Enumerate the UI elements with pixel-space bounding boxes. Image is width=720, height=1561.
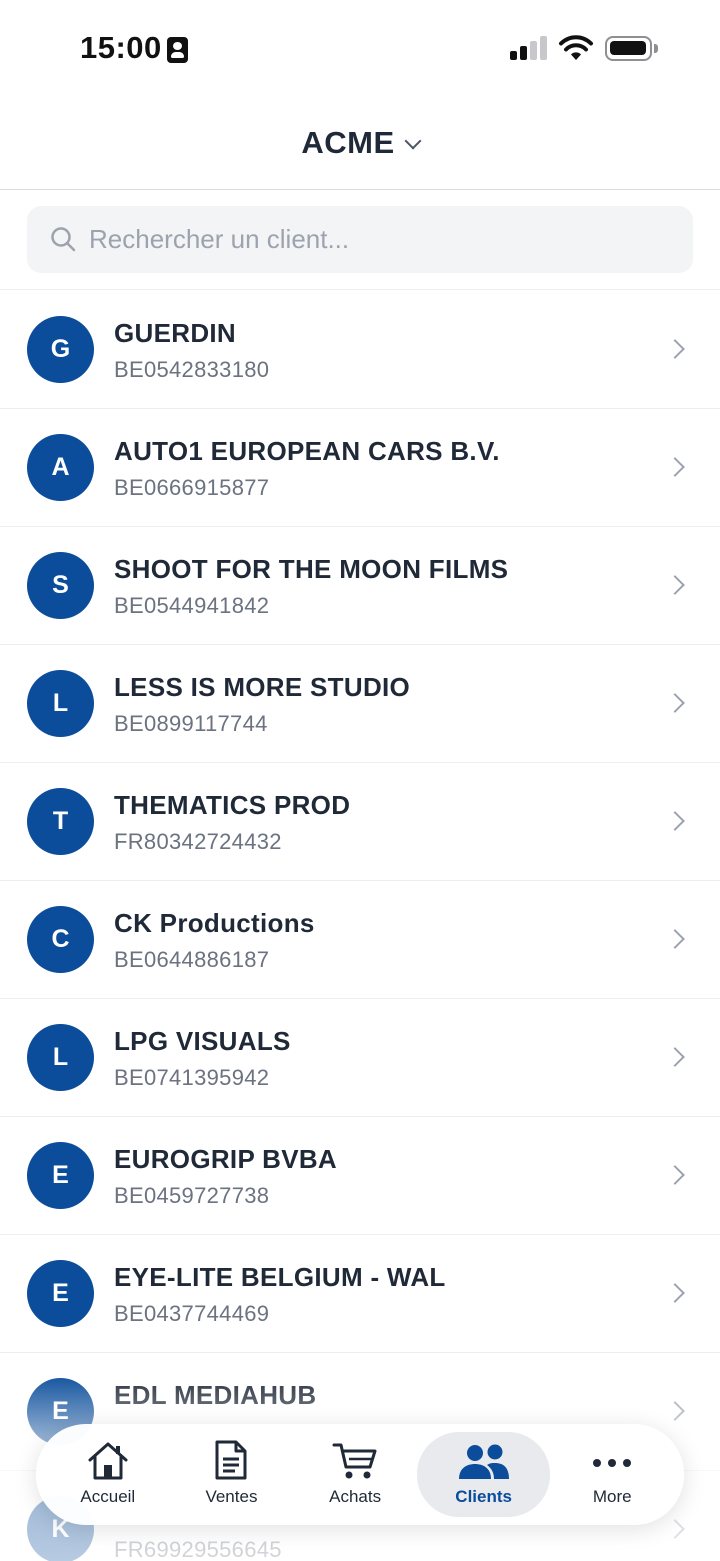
client-row[interactable]: L LPG VISUALS BE0741395942: [0, 999, 720, 1117]
document-icon: [215, 1440, 247, 1480]
avatar: S: [27, 552, 94, 619]
avatar: T: [27, 788, 94, 855]
tab-label: Ventes: [205, 1487, 258, 1506]
chevron-right-icon: [665, 693, 685, 713]
avatar: E: [27, 1260, 94, 1327]
client-row[interactable]: E EYE-LITE BELGIUM - WAL BE0437744469: [0, 1235, 720, 1353]
tab-purchases[interactable]: Achats: [293, 1432, 417, 1517]
client-vat: BE0644886187: [114, 947, 270, 972]
client-name: THEMATICS PROD: [114, 790, 351, 820]
search-box[interactable]: [27, 206, 693, 273]
client-name: CK Productions: [114, 908, 315, 938]
tab-bar: Accueil Ventes Achats Clients More: [36, 1424, 684, 1525]
home-icon: [88, 1442, 128, 1480]
avatar: L: [27, 1024, 94, 1091]
status-time: 15:00: [80, 30, 162, 65]
client-name: GUERDIN: [114, 318, 236, 348]
client-name: EYE-LITE BELGIUM - WAL: [114, 1262, 446, 1292]
client-vat: BE0899117744: [114, 711, 268, 736]
chevron-right-icon: [665, 1047, 685, 1067]
client-vat: BE0459727738: [114, 1183, 270, 1208]
chevron-down-icon: [404, 132, 422, 149]
avatar: G: [27, 316, 94, 383]
contact-card-icon: [167, 37, 188, 63]
client-vat: BE0544941842: [114, 593, 270, 618]
chevron-right-icon: [665, 1401, 685, 1421]
client-name: SHOOT FOR THE MOON FILMS: [114, 554, 509, 584]
client-row[interactable]: C CK Productions BE0644886187: [0, 881, 720, 999]
chevron-right-icon: [665, 929, 685, 949]
tab-label: Achats: [329, 1487, 382, 1506]
client-vat: BE0666915877: [114, 475, 270, 500]
client-name: LPG VISUALS: [114, 1026, 291, 1056]
client-vat: BE0437744469: [114, 1301, 270, 1326]
client-name: LESS IS MORE STUDIO: [114, 672, 411, 702]
wifi-icon: [559, 35, 593, 60]
client-list: G GUERDIN BE0542833180 A AUTO1 EUROPEAN …: [0, 291, 720, 1561]
search-icon: [51, 227, 76, 252]
chevron-right-icon: [665, 575, 685, 595]
tab-sales[interactable]: Ventes: [170, 1432, 294, 1517]
client-vat: FR69929556645: [114, 1537, 282, 1561]
chevron-right-icon: [665, 1519, 685, 1539]
users-icon: [458, 1444, 509, 1479]
chevron-right-icon: [665, 1165, 685, 1185]
avatar: C: [27, 906, 94, 973]
avatar: A: [27, 434, 94, 501]
chevron-right-icon: [665, 1283, 685, 1303]
app-header: ACME: [0, 96, 720, 190]
client-row[interactable]: S SHOOT FOR THE MOON FILMS BE0544941842: [0, 527, 720, 645]
client-row[interactable]: E EUROGRIP BVBA BE0459727738: [0, 1117, 720, 1235]
tab-clients[interactable]: Clients: [416, 1432, 551, 1517]
status-bar: 15:00: [0, 0, 720, 96]
org-switcher[interactable]: ACME: [301, 124, 422, 161]
search-section: [0, 190, 720, 290]
avatar: L: [27, 670, 94, 737]
client-row[interactable]: L LESS IS MORE STUDIO BE0899117744: [0, 645, 720, 763]
client-row[interactable]: A AUTO1 EUROPEAN CARS B.V. BE0666915877: [0, 409, 720, 527]
client-row[interactable]: G GUERDIN BE0542833180: [0, 291, 720, 409]
battery-icon: [605, 36, 658, 61]
tab-label: Clients: [455, 1487, 512, 1506]
chevron-right-icon: [665, 811, 685, 831]
client-vat: BE0542833180: [114, 357, 270, 382]
cellular-signal-icon: [510, 36, 548, 60]
tab-home[interactable]: Accueil: [46, 1432, 170, 1517]
tab-more[interactable]: More: [550, 1432, 674, 1517]
cart-icon: [332, 1443, 377, 1479]
search-input[interactable]: [89, 206, 679, 273]
client-vat: FR80342724432: [114, 829, 282, 854]
more-dots-icon: [593, 1459, 632, 1467]
client-name: EDL MEDIAHUB: [114, 1380, 317, 1410]
client-vat: BE0741395942: [114, 1065, 270, 1090]
chevron-right-icon: [665, 339, 685, 359]
client-name: EUROGRIP BVBA: [114, 1144, 338, 1174]
tab-label: Accueil: [80, 1487, 136, 1506]
client-row[interactable]: T THEMATICS PROD FR80342724432: [0, 763, 720, 881]
chevron-right-icon: [665, 457, 685, 477]
org-title: ACME: [301, 124, 395, 160]
tab-label: More: [592, 1487, 632, 1506]
client-name: AUTO1 EUROPEAN CARS B.V.: [114, 436, 500, 466]
avatar: E: [27, 1142, 94, 1209]
